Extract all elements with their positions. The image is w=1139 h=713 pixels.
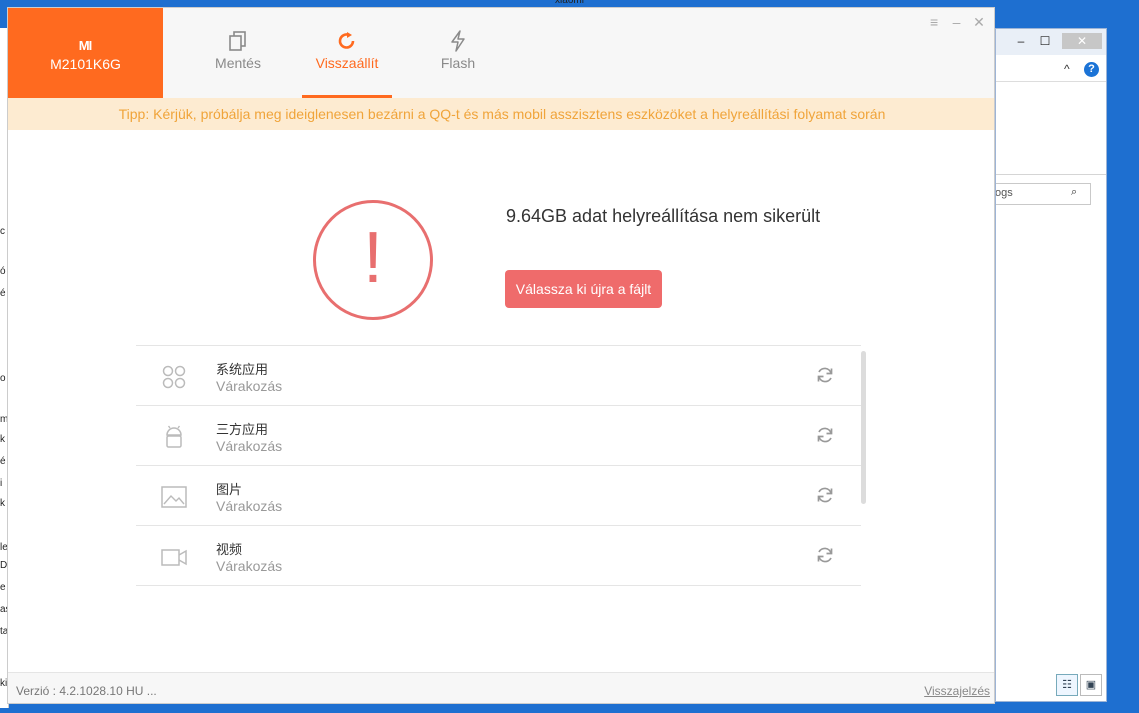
version-label: Verzió : 4.2.1028.10 HU ... [16,684,157,698]
help-icon[interactable]: ? [1084,62,1099,77]
details-view-icon[interactable]: ☷ [1056,674,1078,696]
android-icon [166,425,182,448]
flash-icon [451,30,465,52]
explorer-search-text: ogs [995,187,1013,199]
list-scrollbar[interactable] [861,351,866,504]
explorer-titlebar: – ☐ ✕ [996,29,1106,55]
refresh-icon[interactable] [815,425,835,445]
explorer-divider [996,174,1106,175]
large-icons-view-icon[interactable]: ▣ [1080,674,1102,696]
restore-item-list: 系统应用 Várakozás 三方应用 Várakozás 图片 Várakoz… [136,345,861,586]
bg-text: i [0,478,3,489]
bg-text: e [0,582,6,593]
tip-banner: Tipp: Kérjük, próbálja meg ideiglenesen … [8,98,994,130]
restore-status-message: 9.64GB adat helyreállítása nem sikerült [506,206,821,226]
explorer-minimize-button[interactable]: – [1010,33,1032,49]
list-item: 三方应用 Várakozás [136,406,861,466]
bg-text: ó [0,266,6,277]
reselect-file-button[interactable]: Válassza ki újra a fájlt [505,270,662,308]
app-header: MI M2101K6G Mentés Visszaállít Flash ≡ –… [8,8,994,98]
restore-icon [338,32,355,49]
bg-text: k [0,434,5,445]
window-controls: ≡ – ✕ [925,14,988,30]
refresh-icon[interactable] [815,485,835,505]
refresh-icon[interactable] [815,545,835,565]
tab-restore[interactable]: Visszaállít [302,8,392,98]
mi-logo: MI [78,38,92,53]
apps-icon [162,365,186,389]
copy-icon [229,31,246,51]
item-status: Várakozás [216,558,283,574]
refresh-icon[interactable] [815,365,835,385]
close-button[interactable]: ✕ [970,14,988,31]
bg-text: o [0,373,6,384]
video-icon [161,549,187,566]
feedback-link[interactable]: Visszajelzés [924,684,990,698]
tab-flash[interactable]: Flash [413,8,503,98]
explorer-maximize-button[interactable]: ☐ [1034,33,1056,49]
bg-text: é [0,288,6,299]
bg-text: c [0,226,5,237]
minimize-button[interactable]: – [948,14,966,30]
explorer-ribbon-bar: ^ ? [996,59,1106,82]
device-panel: MI M2101K6G [8,8,163,98]
item-name: 三方应用 [216,423,269,438]
item-name: 视频 [216,543,243,558]
device-name: M2101K6G [50,56,121,72]
item-status: Várakozás [216,498,283,514]
menu-icon[interactable]: ≡ [925,14,943,30]
alert-symbol: ! [362,218,383,298]
list-item: 视频 Várakozás [136,526,861,586]
item-name: 系统应用 [216,363,269,378]
tab-restore-label: Visszaállít [315,55,379,71]
image-icon [161,486,187,508]
list-item: 图片 Várakozás [136,466,861,526]
mi-assistant-window: MI M2101K6G Mentés Visszaállít Flash ≡ –… [7,7,995,704]
error-alert-icon: ! [313,200,433,320]
tab-backup-label: Mentés [215,55,261,71]
app-footer: Verzió : 4.2.1028.10 HU ... Visszajelzés [8,672,994,703]
ribbon-collapse-icon[interactable]: ^ [1064,62,1070,76]
background-explorer-window: – ☐ ✕ ^ ? ogs ⌕ ☷ ▣ [995,28,1107,702]
tab-backup[interactable]: Mentés [193,8,283,98]
bg-text: k [0,498,5,509]
item-name: 图片 [216,483,243,498]
search-icon[interactable]: ⌕ [1071,186,1077,199]
bg-text: é [0,456,6,467]
list-item: 系统应用 Várakozás [136,346,861,406]
item-status: Várakozás [216,438,283,454]
explorer-close-button[interactable]: ✕ [1062,33,1102,49]
item-status: Várakozás [216,378,283,394]
explorer-search-input[interactable]: ogs ⌕ [995,183,1091,205]
tab-flash-label: Flash [440,55,476,71]
